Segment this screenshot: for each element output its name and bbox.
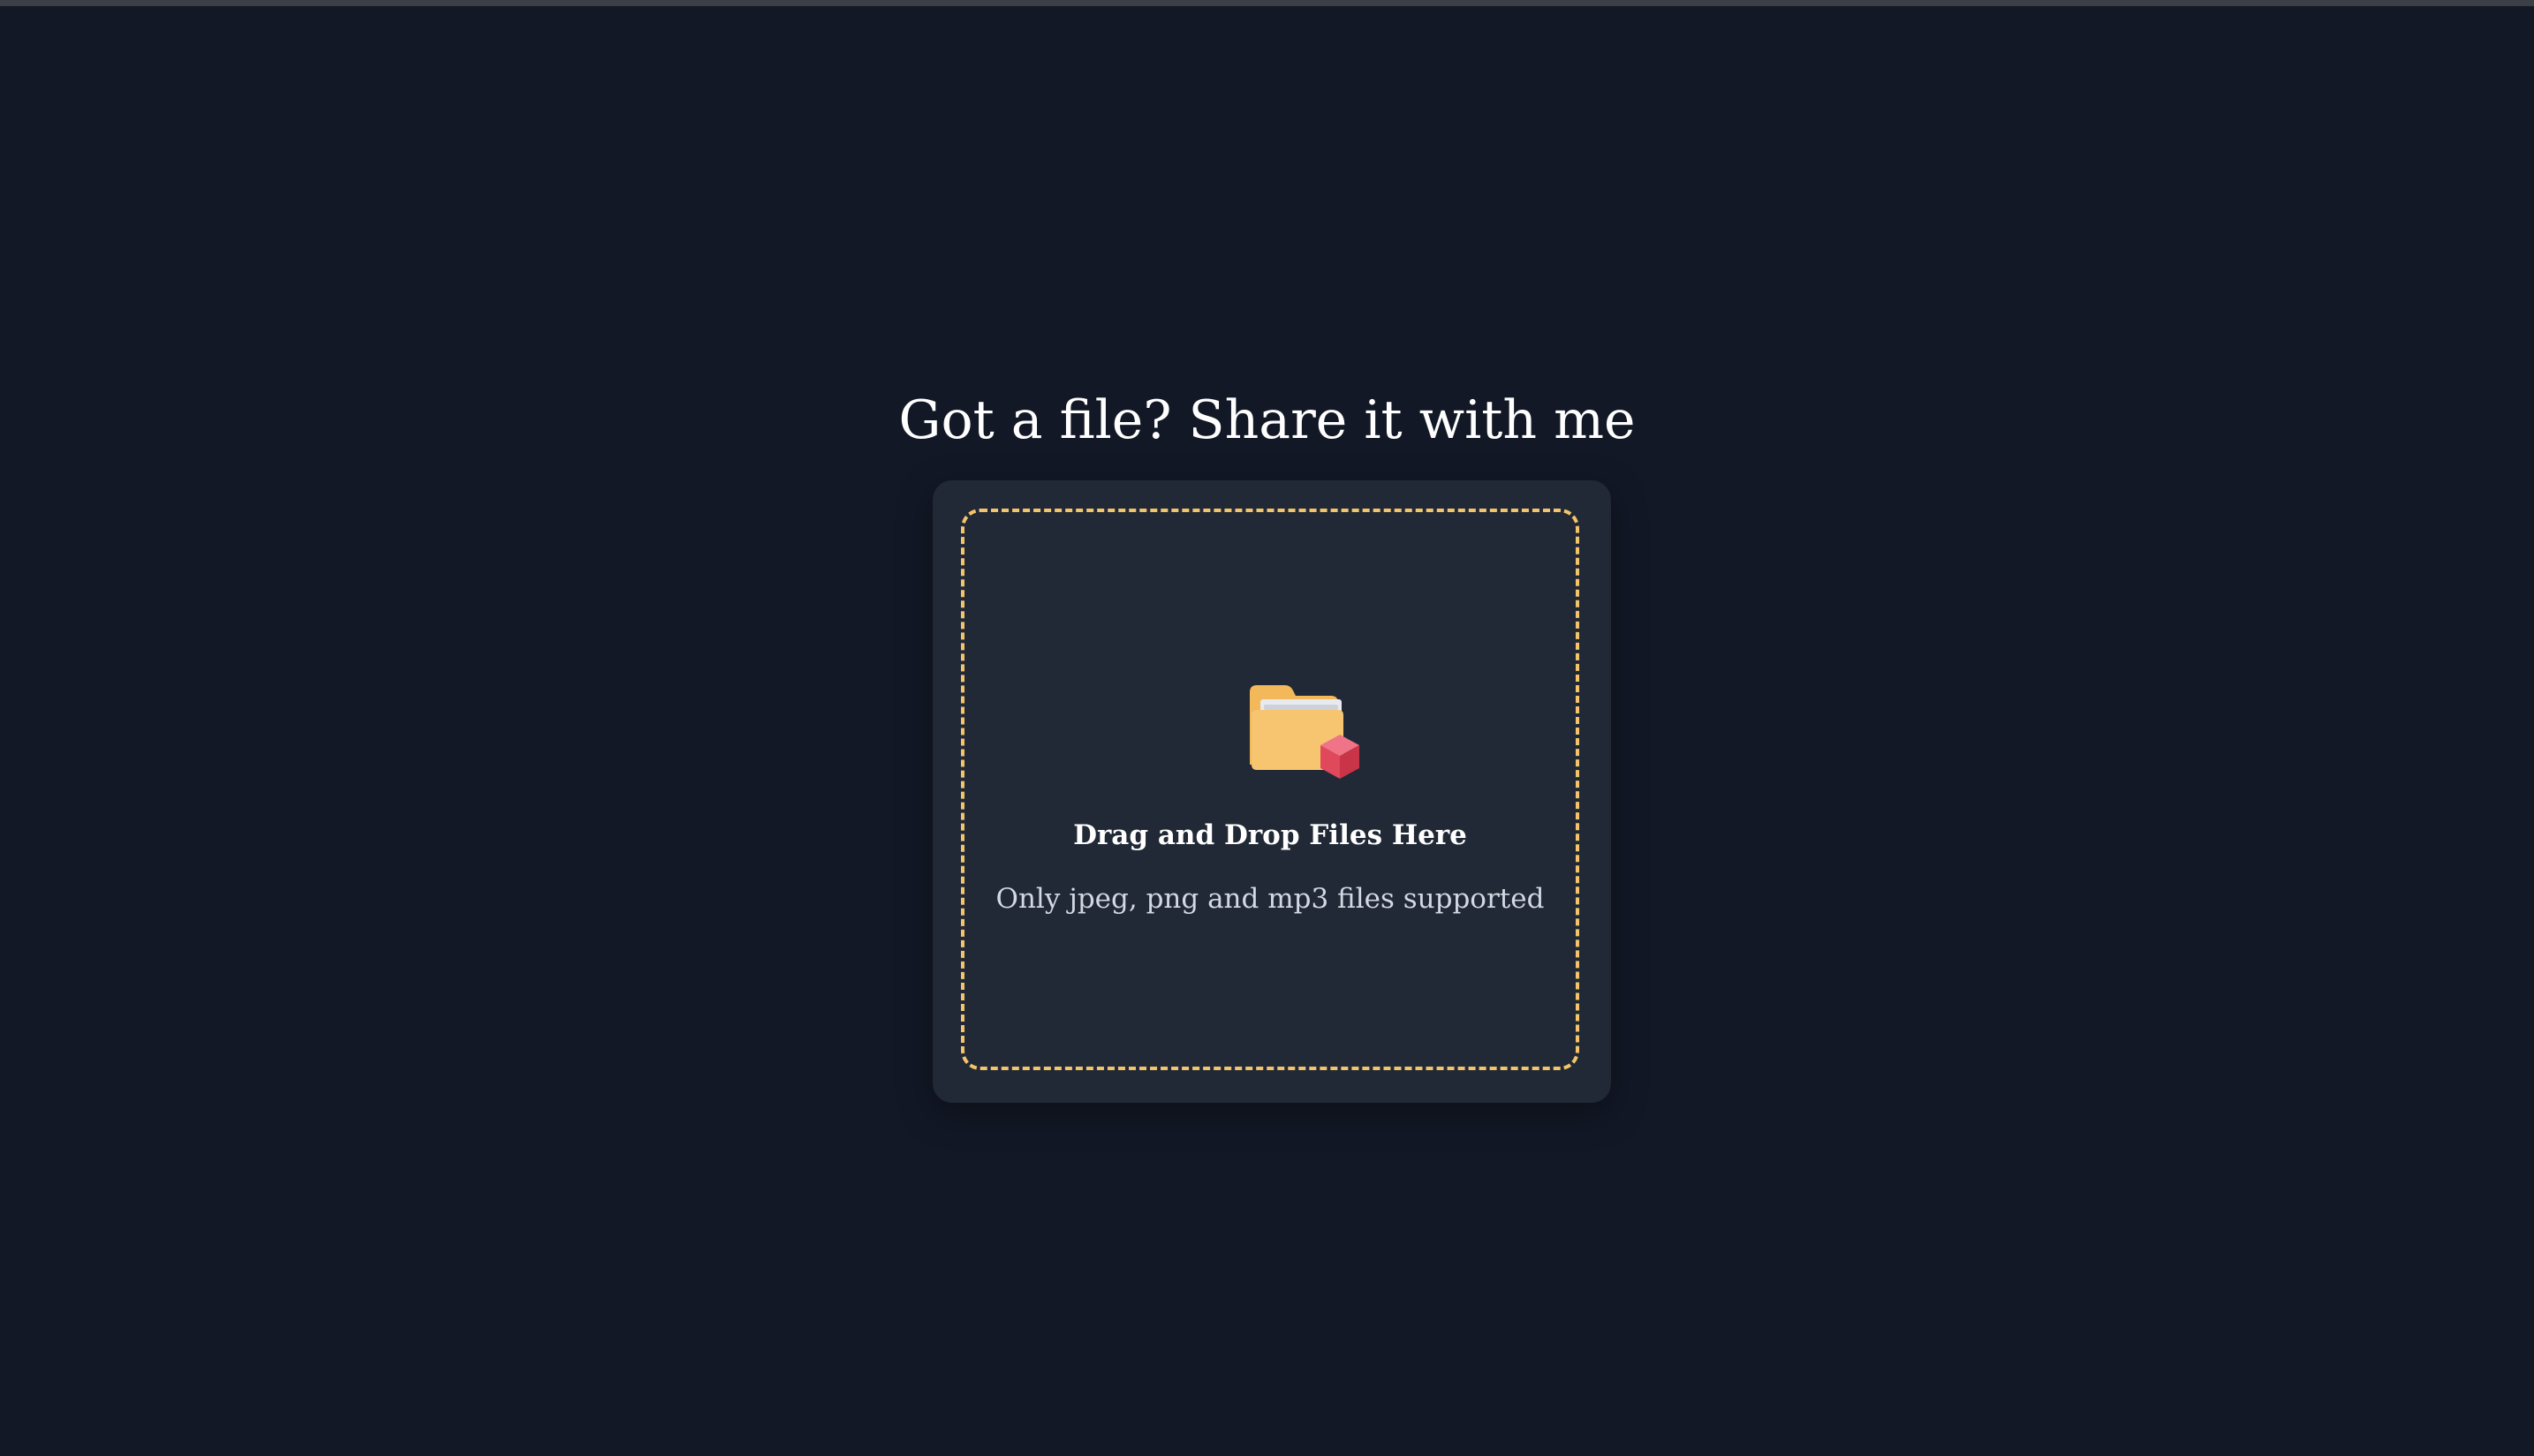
page-title: Got a file? Share it with me <box>898 389 1636 451</box>
dropzone-label: Drag and Drop Files Here <box>1073 819 1467 851</box>
dropzone-hint: Only jpeg, png and mp3 files supported <box>995 883 1545 915</box>
folder-with-cube-icon <box>1250 685 1359 779</box>
upload-page: Got a file? Share it with me Drag and Dr… <box>0 0 2534 1456</box>
upload-card: Drag and Drop Files Here Only jpeg, png … <box>933 480 1611 1103</box>
file-dropzone[interactable]: Drag and Drop Files Here Only jpeg, png … <box>961 509 1579 1070</box>
